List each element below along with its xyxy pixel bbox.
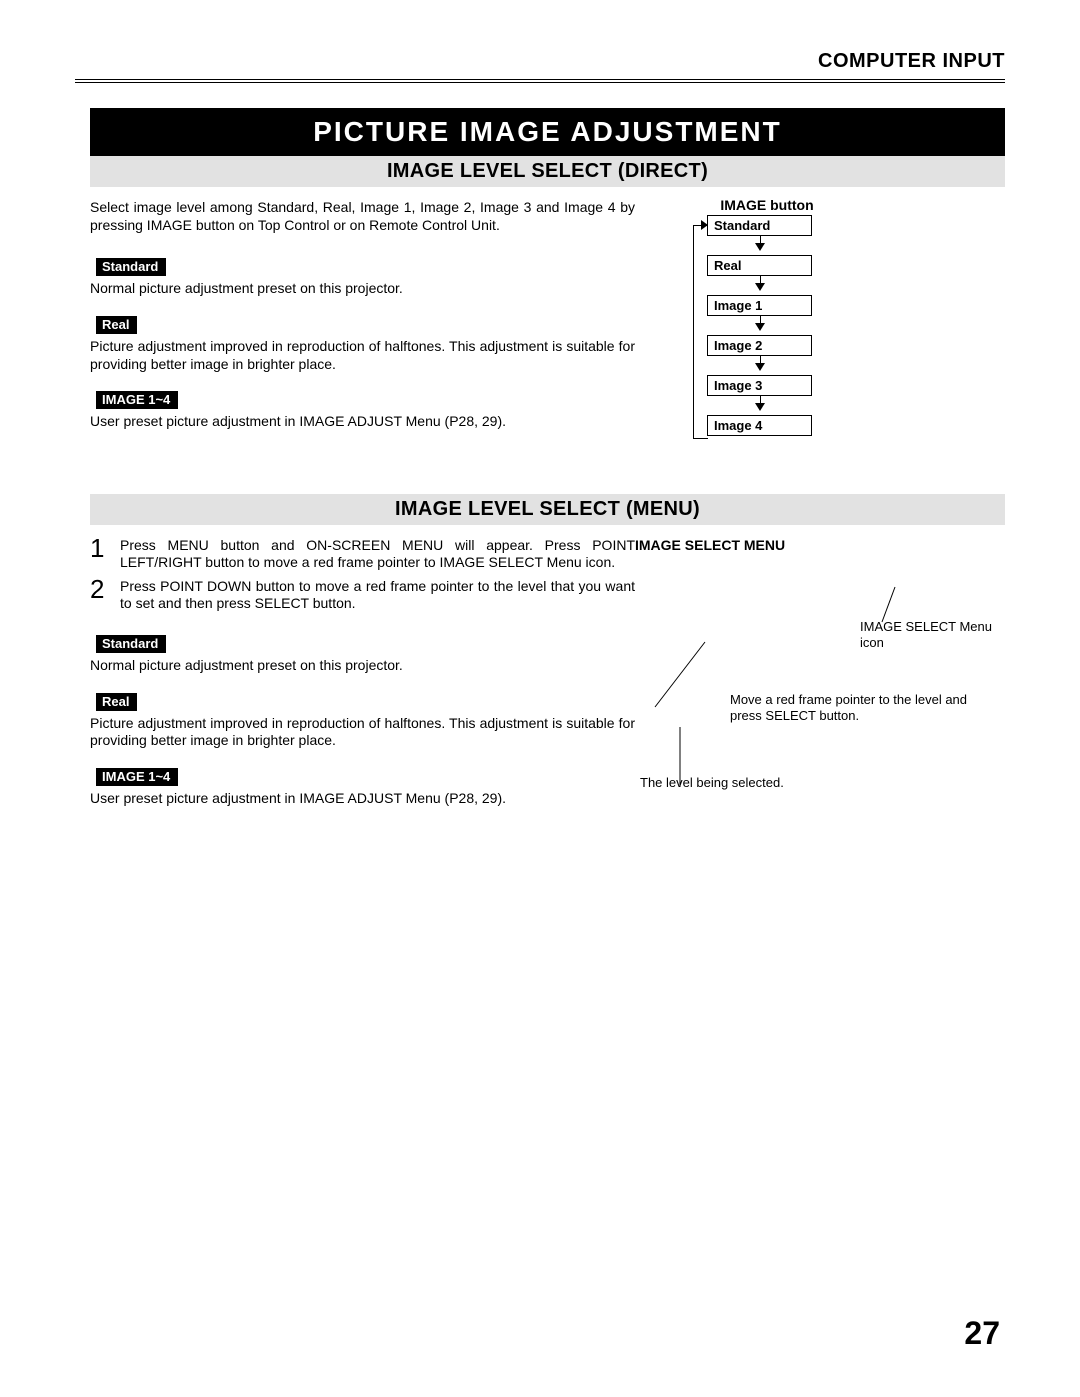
intro-text: Select image level among Standard, Real,… bbox=[90, 199, 635, 234]
annot-move-pointer: Move a red frame pointer to the level an… bbox=[730, 692, 980, 725]
page-title: PICTURE IMAGE ADJUSTMENT bbox=[90, 108, 1005, 156]
flow-image2: Image 2 bbox=[707, 335, 812, 356]
tag-standard: Standard bbox=[96, 258, 166, 276]
image-button-flow: IMAGE button Standard Real Image 1 Image… bbox=[685, 197, 1005, 436]
step-2-num: 2 bbox=[90, 576, 120, 602]
tag-real: Real bbox=[96, 316, 137, 334]
step-2-text: Press POINT DOWN button to move a red fr… bbox=[120, 578, 635, 613]
step-1-text: Press MENU button and ON-SCREEN MENU wil… bbox=[120, 537, 635, 572]
desc-image14-2: User preset picture adjustment in IMAGE … bbox=[90, 790, 635, 808]
tag-image14: IMAGE 1~4 bbox=[96, 391, 178, 409]
divider bbox=[75, 79, 1005, 83]
page-number: 27 bbox=[964, 1315, 1000, 1352]
annot-level-selected: The level being selected. bbox=[640, 775, 890, 791]
tag-real-2: Real bbox=[96, 693, 137, 711]
flow-real: Real bbox=[707, 255, 812, 276]
step-1-num: 1 bbox=[90, 535, 120, 561]
tag-image14-2: IMAGE 1~4 bbox=[96, 768, 178, 786]
annot-menu-icon: IMAGE SELECT Menu icon bbox=[860, 619, 1000, 652]
flow-title: IMAGE button bbox=[707, 197, 827, 213]
breadcrumb-section: COMPUTER INPUT bbox=[75, 50, 1005, 73]
flow-image3: Image 3 bbox=[707, 375, 812, 396]
flow-image1: Image 1 bbox=[707, 295, 812, 316]
desc-image14: User preset picture adjustment in IMAGE … bbox=[90, 413, 635, 431]
image-select-menu-heading: IMAGE SELECT MENU bbox=[635, 537, 1005, 553]
section-heading-direct: IMAGE LEVEL SELECT (DIRECT) bbox=[90, 156, 1005, 187]
desc-standard: Normal picture adjustment preset on this… bbox=[90, 280, 635, 298]
flow-image4: Image 4 bbox=[707, 415, 812, 436]
desc-standard-2: Normal picture adjustment preset on this… bbox=[90, 657, 635, 675]
desc-real: Picture adjustment improved in reproduct… bbox=[90, 338, 635, 373]
tag-standard-2: Standard bbox=[96, 635, 166, 653]
section-heading-menu: IMAGE LEVEL SELECT (MENU) bbox=[90, 494, 1005, 525]
flow-standard: Standard bbox=[707, 215, 812, 236]
desc-real-2: Picture adjustment improved in reproduct… bbox=[90, 715, 635, 750]
